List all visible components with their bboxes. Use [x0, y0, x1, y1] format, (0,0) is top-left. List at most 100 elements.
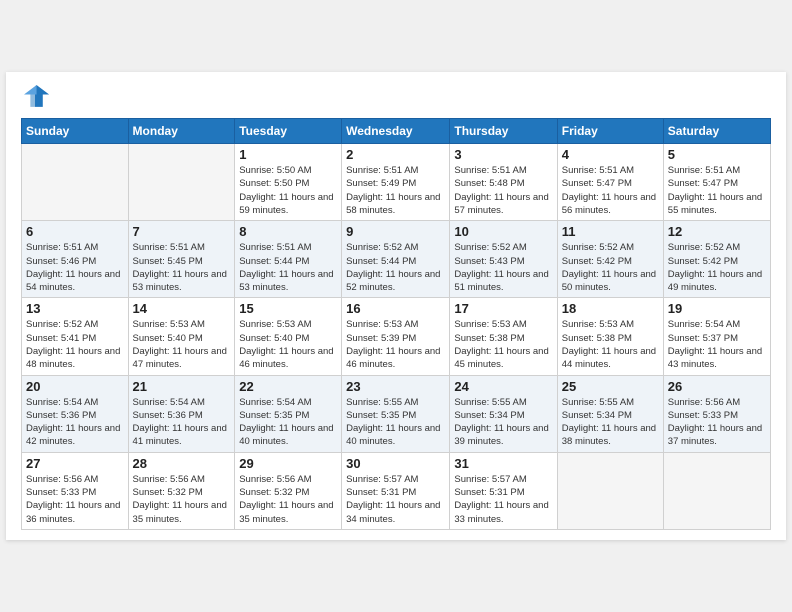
day-number: 7 — [133, 224, 231, 239]
day-number: 22 — [239, 379, 337, 394]
week-row-4: 27 Sunrise: 5:56 AMSunset: 5:33 PMDayligh… — [22, 452, 771, 529]
calendar-table: SundayMondayTuesdayWednesdayThursdayFrid… — [21, 118, 771, 530]
day-info: Sunrise: 5:55 AMSunset: 5:35 PMDaylight:… — [346, 396, 445, 449]
day-cell — [663, 452, 770, 529]
day-number: 1 — [239, 147, 337, 162]
day-number: 21 — [133, 379, 231, 394]
day-cell: 22Sunrise: 5:54 AMSunset: 5:35 PMDayligh… — [235, 375, 342, 452]
day-cell: 18Sunrise: 5:53 AMSunset: 5:38 PMDayligh… — [557, 298, 663, 375]
weekday-tuesday: Tuesday — [235, 119, 342, 144]
day-number: 25 — [562, 379, 659, 394]
day-number: 5 — [668, 147, 766, 162]
day-cell: 17 Sunrise: 5:53 AMSunset: 5:38 PMDayligh… — [450, 298, 557, 375]
day-cell: 7 Sunrise: 5:51 AMSunset: 5:45 PMDaylight… — [128, 221, 235, 298]
day-number: 17 — [454, 301, 552, 316]
day-cell: 10 Sunrise: 5:52 AMSunset: 5:43 PMDayligh… — [450, 221, 557, 298]
day-info: Sunrise: 5:53 AMSunset: 5:39 PMDaylight:… — [346, 318, 445, 371]
day-cell: 21 Sunrise: 5:54 AMSunset: 5:36 PMDayligh… — [128, 375, 235, 452]
day-info: Sunrise: 5:54 AMSunset: 5:37 PMDaylight:… — [668, 318, 766, 371]
weekday-thursday: Thursday — [450, 119, 557, 144]
day-info: Sunrise: 5:51 AMSunset: 5:49 PMDaylight:… — [346, 164, 445, 217]
day-number: 13 — [26, 301, 124, 316]
day-number: 10 — [454, 224, 552, 239]
day-info: Sunrise: 5:55 AMSunset: 5:34 PMDaylight:… — [562, 396, 659, 449]
day-info: Sunrise: 5:54 AMSunset: 5:36 PMDaylight:… — [26, 396, 124, 449]
day-info: Sunrise: 5:52 AMSunset: 5:43 PMDaylight:… — [454, 241, 552, 294]
day-cell: 24 Sunrise: 5:55 AMSunset: 5:34 PMDayligh… — [450, 375, 557, 452]
weekday-wednesday: Wednesday — [342, 119, 450, 144]
day-cell: 3Sunrise: 5:51 AMSunset: 5:48 PMDaylight… — [450, 144, 557, 221]
weekday-saturday: Saturday — [663, 119, 770, 144]
day-cell: 4Sunrise: 5:51 AMSunset: 5:47 PMDaylight… — [557, 144, 663, 221]
day-info: Sunrise: 5:56 AMSunset: 5:33 PMDaylight:… — [668, 396, 766, 449]
day-cell: 25 Sunrise: 5:55 AMSunset: 5:34 PMDayligh… — [557, 375, 663, 452]
day-number: 26 — [668, 379, 766, 394]
day-info: Sunrise: 5:51 AMSunset: 5:45 PMDaylight:… — [133, 241, 231, 294]
day-info: Sunrise: 5:56 AMSunset: 5:32 PMDaylight:… — [133, 473, 231, 526]
day-info: Sunrise: 5:56 AMSunset: 5:32 PMDaylight:… — [239, 473, 337, 526]
day-cell — [557, 452, 663, 529]
day-cell: 31Sunrise: 5:57 AMSunset: 5:31 PMDayligh… — [450, 452, 557, 529]
weekday-friday: Friday — [557, 119, 663, 144]
day-number: 8 — [239, 224, 337, 239]
weekday-sunday: Sunday — [22, 119, 129, 144]
week-row-2: 13 Sunrise: 5:52 AMSunset: 5:41 PMDayligh… — [22, 298, 771, 375]
day-cell: 26 Sunrise: 5:56 AMSunset: 5:33 PMDayligh… — [663, 375, 770, 452]
day-info: Sunrise: 5:54 AMSunset: 5:36 PMDaylight:… — [133, 396, 231, 449]
day-cell: 8 Sunrise: 5:51 AMSunset: 5:44 PMDaylight… — [235, 221, 342, 298]
day-number: 16 — [346, 301, 445, 316]
weekday-monday: Monday — [128, 119, 235, 144]
day-number: 23 — [346, 379, 445, 394]
day-number: 20 — [26, 379, 124, 394]
day-cell: 9 Sunrise: 5:52 AMSunset: 5:44 PMDaylight… — [342, 221, 450, 298]
day-number: 6 — [26, 224, 124, 239]
logo — [21, 82, 53, 110]
day-cell: 11 Sunrise: 5:52 AMSunset: 5:42 PMDayligh… — [557, 221, 663, 298]
calendar-container: SundayMondayTuesdayWednesdayThursdayFrid… — [6, 72, 786, 540]
week-row-3: 20 Sunrise: 5:54 AMSunset: 5:36 PMDayligh… — [22, 375, 771, 452]
day-info: Sunrise: 5:51 AMSunset: 5:48 PMDaylight:… — [454, 164, 552, 217]
day-number: 31 — [454, 456, 552, 471]
day-cell: 30 Sunrise: 5:57 AMSunset: 5:31 PMDayligh… — [342, 452, 450, 529]
day-info: Sunrise: 5:53 AMSunset: 5:38 PMDaylight:… — [454, 318, 552, 371]
day-info: Sunrise: 5:53 AMSunset: 5:38 PMDaylight:… — [562, 318, 659, 371]
day-info: Sunrise: 5:55 AMSunset: 5:34 PMDaylight:… — [454, 396, 552, 449]
day-info: Sunrise: 5:52 AMSunset: 5:44 PMDaylight:… — [346, 241, 445, 294]
day-number: 28 — [133, 456, 231, 471]
day-number: 15 — [239, 301, 337, 316]
day-info: Sunrise: 5:51 AMSunset: 5:44 PMDaylight:… — [239, 241, 337, 294]
day-cell: 23 Sunrise: 5:55 AMSunset: 5:35 PMDayligh… — [342, 375, 450, 452]
day-number: 14 — [133, 301, 231, 316]
day-cell: 29Sunrise: 5:56 AMSunset: 5:32 PMDayligh… — [235, 452, 342, 529]
calendar-body: 1Sunrise: 5:50 AMSunset: 5:50 PMDaylight… — [22, 144, 771, 530]
day-cell: 15 Sunrise: 5:53 AMSunset: 5:40 PMDayligh… — [235, 298, 342, 375]
day-cell: 2 Sunrise: 5:51 AMSunset: 5:49 PMDaylight… — [342, 144, 450, 221]
day-cell: 28 Sunrise: 5:56 AMSunset: 5:32 PMDayligh… — [128, 452, 235, 529]
day-cell: 20 Sunrise: 5:54 AMSunset: 5:36 PMDayligh… — [22, 375, 129, 452]
day-info: Sunrise: 5:51 AMSunset: 5:46 PMDaylight:… — [26, 241, 124, 294]
day-info: Sunrise: 5:57 AMSunset: 5:31 PMDaylight:… — [346, 473, 445, 526]
day-cell: 14 Sunrise: 5:53 AMSunset: 5:40 PMDayligh… — [128, 298, 235, 375]
day-number: 24 — [454, 379, 552, 394]
week-row-1: 6 Sunrise: 5:51 AMSunset: 5:46 PMDaylight… — [22, 221, 771, 298]
day-cell: 5 Sunrise: 5:51 AMSunset: 5:47 PMDaylight… — [663, 144, 770, 221]
day-number: 27 — [26, 456, 124, 471]
day-info: Sunrise: 5:51 AMSunset: 5:47 PMDaylight:… — [562, 164, 659, 217]
day-info: Sunrise: 5:56 AMSunset: 5:33 PMDaylight:… — [26, 473, 124, 526]
header — [21, 82, 771, 110]
day-info: Sunrise: 5:53 AMSunset: 5:40 PMDaylight:… — [239, 318, 337, 371]
day-cell: 16 Sunrise: 5:53 AMSunset: 5:39 PMDayligh… — [342, 298, 450, 375]
day-cell: 12Sunrise: 5:52 AMSunset: 5:42 PMDayligh… — [663, 221, 770, 298]
day-number: 30 — [346, 456, 445, 471]
day-info: Sunrise: 5:53 AMSunset: 5:40 PMDaylight:… — [133, 318, 231, 371]
day-number: 2 — [346, 147, 445, 162]
weekday-header-row: SundayMondayTuesdayWednesdayThursdayFrid… — [22, 119, 771, 144]
day-info: Sunrise: 5:52 AMSunset: 5:41 PMDaylight:… — [26, 318, 124, 371]
day-cell — [22, 144, 129, 221]
week-row-0: 1Sunrise: 5:50 AMSunset: 5:50 PMDaylight… — [22, 144, 771, 221]
day-number: 11 — [562, 224, 659, 239]
day-info: Sunrise: 5:51 AMSunset: 5:47 PMDaylight:… — [668, 164, 766, 217]
day-number: 9 — [346, 224, 445, 239]
day-info: Sunrise: 5:52 AMSunset: 5:42 PMDaylight:… — [562, 241, 659, 294]
day-info: Sunrise: 5:52 AMSunset: 5:42 PMDaylight:… — [668, 241, 766, 294]
